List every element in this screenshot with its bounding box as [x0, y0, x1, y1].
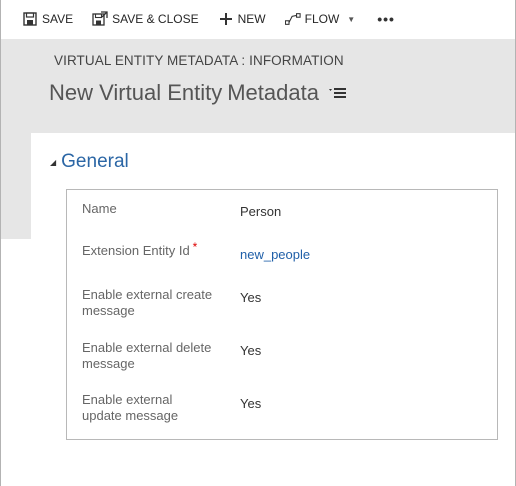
- plus-icon: [218, 11, 234, 27]
- save-button[interactable]: SAVE: [22, 11, 73, 27]
- field-label-name: Name: [82, 201, 117, 216]
- field-label-enable-external-delete: Enable external delete message: [82, 340, 232, 372]
- enable-delete-label-line2: message: [82, 356, 135, 371]
- field-value-name[interactable]: Person: [240, 204, 281, 219]
- section-header-general[interactable]: ◢ General: [50, 151, 129, 173]
- save-close-icon: [92, 11, 108, 27]
- record-title-part2: Metadata: [227, 80, 319, 105]
- required-marker: *: [192, 240, 198, 254]
- save-icon: [22, 11, 38, 27]
- chevron-down-icon: ▼: [347, 14, 356, 24]
- new-label: NEW: [237, 12, 266, 26]
- menu-lines-icon: [328, 88, 346, 98]
- flow-icon: [284, 11, 301, 27]
- new-button[interactable]: NEW: [218, 11, 266, 27]
- enable-update-label-line1: Enable external: [82, 392, 173, 407]
- extension-entity-id-label-text: Extension Entity Id: [82, 243, 190, 258]
- enable-delete-label-line1: Enable external delete: [82, 340, 212, 355]
- save-label: SAVE: [42, 12, 74, 26]
- record-title: New Virtual Entity Metadata: [49, 80, 347, 106]
- more-icon: •••: [377, 11, 395, 27]
- flow-label: FLOW: [304, 12, 340, 26]
- field-value-extension-entity-id[interactable]: new_people: [240, 247, 310, 262]
- field-label-extension-entity-id: Extension Entity Id *: [82, 240, 232, 259]
- command-bar: SAVE SAVE & CLOSE NEW FLOW ▼ •••: [0, 0, 516, 38]
- flow-button[interactable]: FLOW ▼: [284, 11, 356, 27]
- field-value-enable-external-delete[interactable]: Yes: [240, 343, 261, 358]
- enable-create-label-line2: message: [82, 303, 135, 318]
- field-value-enable-external-create[interactable]: Yes: [240, 290, 261, 305]
- form-selector-menu[interactable]: [328, 86, 347, 100]
- field-value-enable-external-update[interactable]: Yes: [240, 396, 261, 411]
- more-commands-button[interactable]: •••: [377, 11, 395, 27]
- collapse-triangle-icon[interactable]: ◢: [50, 158, 56, 167]
- section-title: General: [61, 151, 129, 172]
- save-and-close-button[interactable]: SAVE & CLOSE: [92, 11, 199, 27]
- enable-update-label-line2: update message: [82, 408, 179, 423]
- entity-type-label: VIRTUAL ENTITY METADATA : INFORMATION: [54, 53, 344, 68]
- field-label-enable-external-create: Enable external create message: [82, 287, 232, 319]
- field-label-enable-external-update: Enable external update message: [82, 392, 232, 424]
- save-close-label: SAVE & CLOSE: [112, 12, 199, 26]
- record-title-part1: New Virtual Entity: [49, 80, 223, 105]
- enable-create-label-line1: Enable external create: [82, 287, 213, 302]
